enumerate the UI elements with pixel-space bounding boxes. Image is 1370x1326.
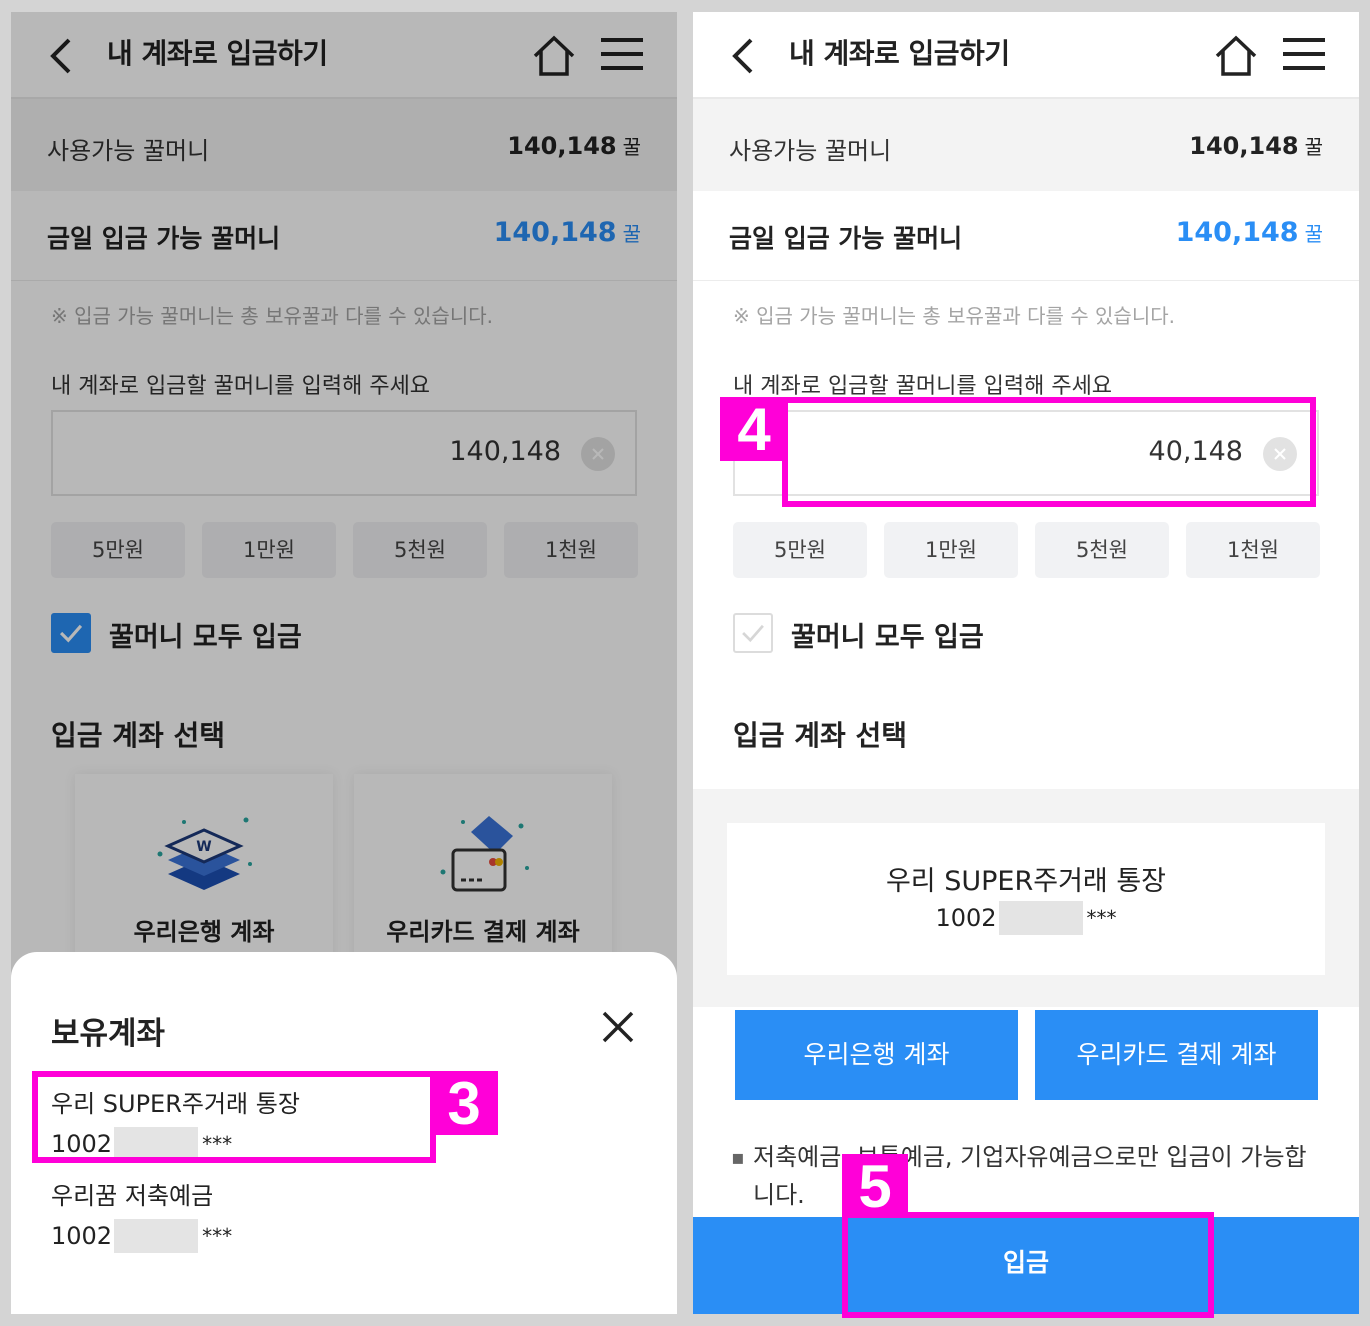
home-icon[interactable] <box>1213 32 1259 78</box>
deposit-all-checkbox[interactable] <box>733 613 773 653</box>
available-money-unit: 꿀 <box>1304 135 1323 159</box>
today-deposit-row: 금일 입금 가능 꿀머니 140,148 꿀 <box>693 191 1359 281</box>
page-title: 내 계좌로 입금하기 <box>789 37 1010 70</box>
quick-10000-button[interactable]: 1만원 <box>884 522 1018 578</box>
screen-right: 내 계좌로 입금하기 사용가능 꿀머니 140,148 꿀 금일 입금 가능 꿀머… <box>693 12 1359 1314</box>
available-money-row: 사용가능 꿀머니 140,148 꿀 <box>693 99 1359 191</box>
check-icon <box>742 624 764 643</box>
sheet-account-name: 우리꿈 저축예금 <box>51 1182 214 1210</box>
today-deposit-value: 140,148 꿀 <box>1175 217 1323 248</box>
deposit-all-label: 꿀머니 모두 입금 <box>791 622 984 653</box>
amount-prompt: 내 계좌로 입금할 꿀머니를 입력해 주세요 <box>733 374 1113 399</box>
selected-account-number: 1002 *** <box>727 901 1325 935</box>
step-3-highlight <box>32 1071 436 1163</box>
today-deposit-label: 금일 입금 가능 꿀머니 <box>729 224 963 253</box>
available-money-label: 사용가능 꿀머니 <box>729 137 892 165</box>
masked-digits <box>114 1219 199 1253</box>
available-money-value: 140,148 꿀 <box>1189 132 1323 160</box>
sheet-account-number: 1002 *** <box>51 1219 232 1253</box>
sheet-account-item[interactable]: 우리꿈 저축예금 1002 *** <box>51 1176 232 1253</box>
close-icon[interactable] <box>601 1010 635 1044</box>
step-5-badge: 5 <box>842 1154 908 1220</box>
bank-account-button[interactable]: 우리은행 계좌 <box>735 1010 1018 1100</box>
menu-icon[interactable] <box>1283 36 1325 72</box>
account-select-title: 입금 계좌 선택 <box>733 719 908 752</box>
notice-text: ※ 입금 가능 꿀머니는 총 보유꿀과 다를 수 있습니다. <box>733 304 1175 328</box>
step-3-badge: 3 <box>430 1071 498 1137</box>
info-text: ▪ 저축예금, 보통예금, 기업자유예금으로만 입금이 가능합니다. <box>731 1138 1321 1214</box>
masked-digits <box>998 901 1083 935</box>
quick-50000-button[interactable]: 5만원 <box>733 522 867 578</box>
bullet-icon: ▪ <box>731 1145 745 1169</box>
today-deposit-unit: 꿀 <box>1304 222 1323 246</box>
selected-account-area: 우리 SUPER주거래 통장 1002 *** <box>693 789 1359 1007</box>
step-5-highlight <box>842 1212 1214 1318</box>
back-icon[interactable] <box>727 36 763 76</box>
selected-account-name: 우리 SUPER주거래 통장 <box>885 866 1167 897</box>
step-4-badge: 4 <box>720 397 788 463</box>
top-bar: 내 계좌로 입금하기 <box>693 12 1359 99</box>
step-4-highlight <box>782 397 1316 507</box>
quick-1000-button[interactable]: 1천원 <box>1186 522 1320 578</box>
selected-account-card[interactable]: 우리 SUPER주거래 통장 1002 *** <box>727 823 1325 975</box>
card-account-button[interactable]: 우리카드 결제 계좌 <box>1035 1010 1318 1100</box>
sheet-title: 보유계좌 <box>51 1016 166 1052</box>
quick-5000-button[interactable]: 5천원 <box>1035 522 1169 578</box>
